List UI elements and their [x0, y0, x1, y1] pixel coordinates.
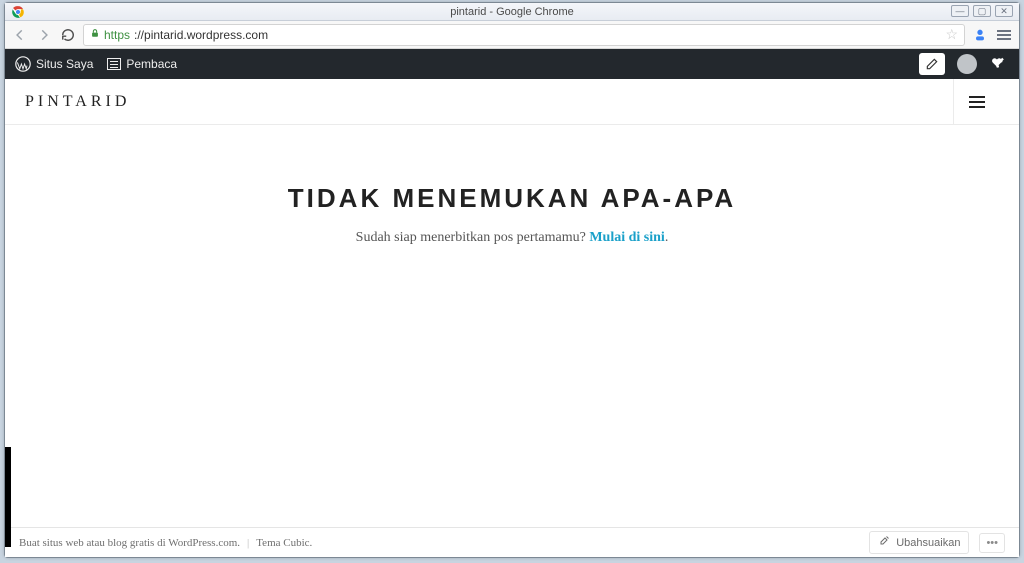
wp-logo[interactable]: Situs Saya — [15, 56, 93, 72]
site-footer: Buat situs web atau blog gratis di WordP… — [5, 527, 1019, 557]
site-title[interactable]: PINTARID — [25, 93, 130, 111]
reader-link[interactable]: Pembaca — [107, 57, 177, 71]
window-controls: — ▢ ✕ — [951, 5, 1013, 17]
back-button[interactable] — [11, 26, 29, 44]
extension-icon[interactable] — [971, 26, 989, 44]
customize-label: Ubahsuaikan — [896, 537, 960, 549]
user-avatar[interactable] — [957, 54, 977, 74]
footer-more-button[interactable]: ••• — [979, 533, 1005, 553]
footer-credit[interactable]: Buat situs web atau blog gratis di WordP… — [19, 537, 240, 549]
footer-theme[interactable]: Tema Cubic. — [256, 537, 312, 549]
browser-toolbar: https ://pintarid.wordpress.com ☆ — [5, 21, 1019, 49]
site-menu-toggle[interactable] — [953, 79, 999, 125]
omnibox-right-icons: ☆ — [945, 26, 958, 43]
window-maximize-button[interactable]: ▢ — [973, 5, 991, 17]
left-shadow-decoration — [5, 447, 11, 547]
chrome-app-icon — [11, 5, 25, 19]
customize-button[interactable]: Ubahsuaikan — [869, 531, 969, 554]
main-content: TIDAK MENEMUKAN APA-APA Sudah siap mener… — [5, 125, 1019, 527]
notifications-icon[interactable] — [989, 55, 1009, 74]
subtext-prefix: Sudah siap menerbitkan pos pertamamu? — [356, 230, 590, 245]
window-close-button[interactable]: ✕ — [995, 5, 1013, 17]
address-bar[interactable]: https ://pintarid.wordpress.com ☆ — [83, 24, 965, 46]
reload-button[interactable] — [59, 26, 77, 44]
site-content-frame: PINTARID TIDAK MENEMUKAN APA-APA Sudah s… — [5, 79, 1019, 557]
chrome-menu-button[interactable] — [995, 26, 1013, 44]
page-subtext: Sudah siap menerbitkan pos pertamamu? Mu… — [356, 230, 669, 246]
hamburger-icon — [969, 101, 985, 103]
window-title: pintarid - Google Chrome — [450, 6, 574, 18]
reader-icon — [107, 58, 121, 70]
wp-admin-bar: Situs Saya Pembaca — [5, 49, 1019, 79]
site-header: PINTARID — [5, 79, 1019, 125]
star-icon[interactable]: ☆ — [945, 26, 958, 43]
reader-label: Pembaca — [126, 57, 177, 71]
url-rest: ://pintarid.wordpress.com — [134, 28, 268, 42]
write-post-button[interactable] — [919, 53, 945, 75]
start-here-link[interactable]: Mulai di sini — [589, 230, 664, 245]
chrome-window: pintarid - Google Chrome — ▢ ✕ https ://p… — [4, 2, 1020, 558]
page-headline: TIDAK MENEMUKAN APA-APA — [288, 183, 736, 214]
lock-icon — [90, 27, 100, 42]
forward-button[interactable] — [35, 26, 53, 44]
subtext-suffix: . — [665, 230, 669, 245]
wrench-icon — [878, 535, 890, 550]
window-minimize-button[interactable]: — — [951, 5, 969, 17]
footer-separator: | — [247, 537, 249, 549]
url-protocol: https — [104, 28, 130, 42]
my-sites-label: Situs Saya — [36, 57, 93, 71]
window-titlebar: pintarid - Google Chrome — ▢ ✕ — [5, 3, 1019, 21]
